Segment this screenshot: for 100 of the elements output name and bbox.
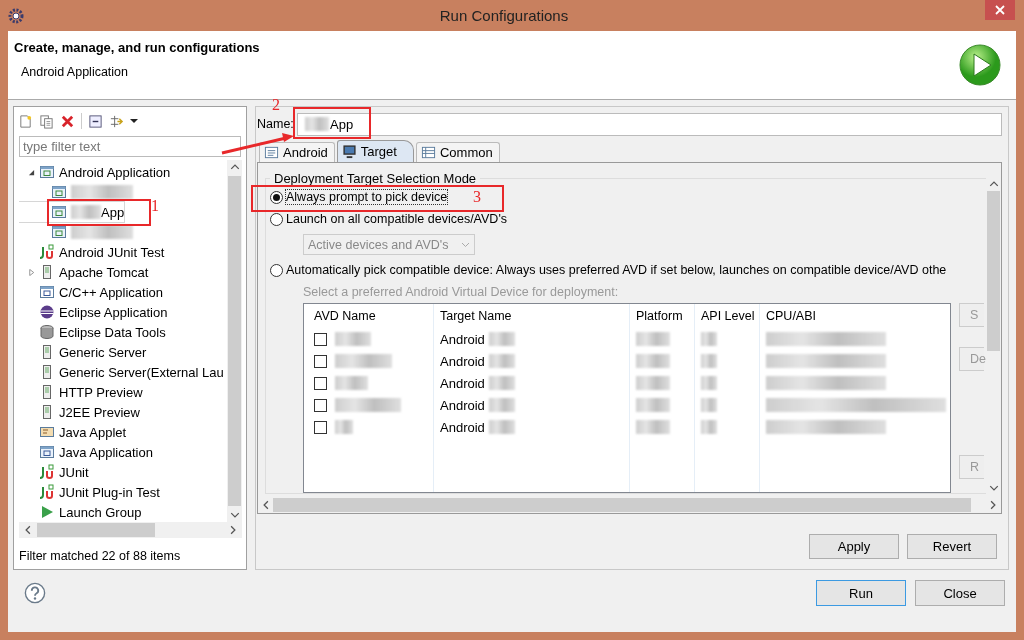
tree-item[interactable]: HTTP Preview [59, 384, 143, 400]
window-title: Run Configurations [438, 7, 570, 24]
test-icon [39, 244, 55, 260]
help-icon[interactable] [24, 582, 46, 604]
tree-item[interactable]: Eclipse Application [59, 304, 168, 320]
copy-icon[interactable] [39, 113, 54, 129]
tree-item[interactable]: Apache Tomcat [59, 264, 149, 280]
redacted-block [488, 354, 515, 368]
radio-label[interactable]: Automatically pick compatible device: Always uses preferred AVD if set below, launches on compatible device/AVD othe [286, 263, 947, 277]
delete-icon[interactable] [60, 113, 75, 129]
table-cell: Android [440, 353, 485, 369]
redacted-block [701, 420, 717, 434]
config-icon [39, 164, 55, 180]
redacted-block [488, 376, 515, 390]
header-title: Create, manage, and run configurations [14, 40, 260, 55]
caret-icon [461, 241, 470, 248]
column-header[interactable]: API Level [695, 304, 760, 328]
config-icon [39, 444, 55, 460]
config-icon [51, 224, 67, 240]
table-cell: Android [440, 331, 485, 347]
applet-icon [39, 424, 55, 440]
tree-item[interactable]: JUnit [59, 464, 89, 480]
radio-button[interactable] [270, 263, 283, 277]
checkbox[interactable] [314, 332, 327, 346]
test-icon [39, 484, 55, 500]
redacted-block [636, 376, 670, 390]
radio-button[interactable] [270, 190, 283, 204]
dropdown-icon[interactable] [130, 117, 138, 125]
revert-button[interactable]: Revert [907, 534, 997, 559]
annotation-number: 1 [151, 198, 159, 214]
config-icon [51, 204, 67, 220]
tree-item[interactable]: Generic Server [59, 344, 147, 360]
name-label: Name: [257, 117, 295, 131]
tree-item[interactable]: Launch Group [59, 504, 142, 520]
redacted-block [636, 354, 670, 368]
radio-label[interactable]: Always prompt to pick device [286, 190, 448, 204]
filter-status: Filter matched 22 of 88 items [18, 548, 182, 565]
redacted-block [488, 420, 515, 434]
tree-item[interactable]: Java Applet [59, 424, 127, 440]
tree-item[interactable]: Android Application [59, 164, 171, 180]
collapsed-icon[interactable] [28, 268, 35, 276]
column-header[interactable]: AVD Name [304, 304, 434, 328]
tab[interactable]: Android [259, 142, 335, 162]
avd-hint: Select a preferred Android Virtual Device for deployment: [303, 285, 620, 299]
close-button[interactable]: Close [915, 580, 1005, 606]
run-button[interactable]: Run [816, 580, 906, 606]
close-icon [995, 5, 1005, 15]
apply-button[interactable]: Apply [809, 534, 899, 559]
checkbox[interactable] [314, 354, 327, 368]
redacted-block [335, 398, 401, 412]
header-subtitle: Android Application [21, 65, 130, 79]
section-title: Deployment Target Selection Mode [273, 171, 478, 186]
tree-item[interactable]: Generic Server(External Lau [59, 364, 224, 380]
column-header[interactable]: Platform [630, 304, 695, 328]
tree-item[interactable]: Android JUnit Test [59, 244, 165, 260]
collapse-icon[interactable] [88, 113, 103, 129]
name-field[interactable]: App [297, 112, 1002, 136]
test-icon [39, 464, 55, 480]
redacted-block [488, 332, 515, 346]
filter-icon[interactable] [109, 113, 124, 129]
column-header[interactable]: Target Name [434, 304, 630, 328]
radio-button[interactable] [270, 212, 283, 226]
table-cell: Android [440, 397, 485, 413]
redacted-block [335, 420, 353, 434]
redacted-block [636, 332, 670, 346]
scrollbar[interactable] [227, 160, 242, 522]
annotation-number: 3 [473, 189, 481, 205]
sphere-icon [39, 304, 55, 320]
table-cell: Android [440, 375, 485, 391]
checkbox[interactable] [314, 398, 327, 412]
annotation-number: 2 [272, 97, 280, 113]
checkbox[interactable] [314, 420, 327, 434]
tree-item[interactable]: App [19, 202, 125, 222]
column-header[interactable]: CPU/ABI [760, 304, 950, 328]
redacted-block [701, 398, 717, 412]
config-icon [39, 284, 55, 300]
radio-label[interactable]: Launch on all compatible devices/AVD's [286, 212, 508, 226]
redacted-block [488, 398, 515, 412]
config-icon [51, 184, 67, 200]
checkbox[interactable] [314, 376, 327, 390]
tree-item[interactable]: Java Application [59, 444, 153, 460]
play-icon [39, 504, 55, 520]
scrollbar[interactable] [19, 522, 242, 538]
tree-item[interactable]: C/C++ Application [59, 284, 164, 300]
redacted-block [335, 332, 371, 346]
database-icon [39, 324, 55, 340]
tab[interactable]: Common [415, 142, 500, 162]
tree-item[interactable]: JUnit Plug-in Test [59, 484, 160, 500]
document-icon [264, 145, 279, 160]
tree-item[interactable]: J2EE Preview [59, 404, 140, 420]
monitor-icon [341, 144, 357, 159]
expanded-icon[interactable] [28, 168, 35, 176]
tab[interactable]: Target [336, 140, 414, 162]
redacted-block [701, 376, 717, 390]
filter-field[interactable]: type filter text [19, 136, 241, 157]
gear-icon [8, 7, 24, 24]
redacted-block [335, 354, 392, 368]
tree-item[interactable]: Eclipse Data Tools [59, 324, 166, 340]
close-button[interactable] [985, 0, 1015, 20]
play-icon [958, 43, 1002, 87]
